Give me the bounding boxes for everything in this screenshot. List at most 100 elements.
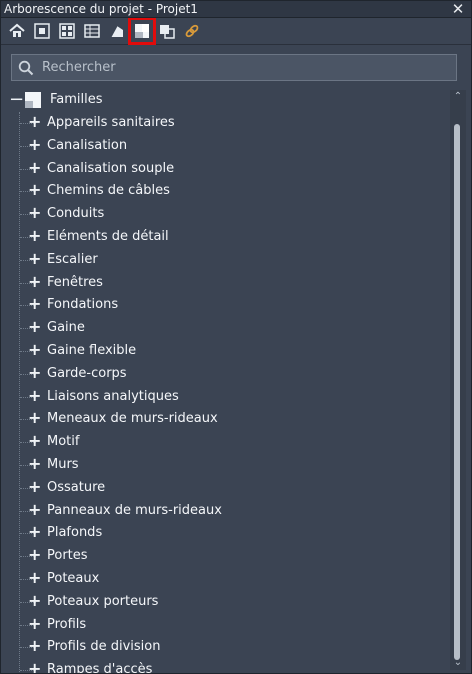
grid-view-button[interactable] xyxy=(57,21,77,41)
tree-item[interactable]: + Appareils sanitaires xyxy=(6,112,453,135)
expand-toggle[interactable]: + xyxy=(28,135,41,154)
expand-toggle[interactable]: + xyxy=(28,272,41,291)
tree-item-label: Gaine flexible xyxy=(47,342,137,358)
home-icon xyxy=(9,23,25,37)
expand-toggle[interactable]: + xyxy=(28,637,41,655)
tree-item-label: Fenêtres xyxy=(47,274,103,290)
expand-toggle[interactable]: + xyxy=(28,591,41,610)
tree-item[interactable]: + Fondations xyxy=(6,294,453,317)
tree-children: + Appareils sanitaires + Canalisation + Canal… xyxy=(6,112,453,674)
expand-toggle[interactable]: + xyxy=(28,477,41,496)
tree-item[interactable]: + Rampes d'accès xyxy=(6,659,453,674)
tree-item[interactable]: + Motif xyxy=(6,431,453,454)
tree-item-label: Profils de division xyxy=(47,639,161,655)
expand-toggle[interactable]: + xyxy=(28,409,41,427)
expand-toggle[interactable]: + xyxy=(28,181,41,199)
tree-item[interactable]: + Gaine xyxy=(6,317,453,340)
expand-toggle[interactable]: + xyxy=(28,454,41,473)
links-button[interactable] xyxy=(182,21,202,41)
collapse-toggle[interactable]: − xyxy=(9,91,24,109)
focus-view-button[interactable] xyxy=(32,21,52,41)
tree-item-label: Murs xyxy=(47,456,79,472)
expand-toggle[interactable]: + xyxy=(28,340,41,359)
tree-item-label: Chemins de câbles xyxy=(47,183,170,199)
tree-item-label: Plafonds xyxy=(47,525,103,541)
expand-toggle[interactable]: + xyxy=(28,158,41,177)
tree-item-label: Poteaux xyxy=(47,570,100,586)
tree-item[interactable]: + Meneaux de murs-rideaux xyxy=(6,408,453,431)
tree-item[interactable]: + Eléments de détail xyxy=(6,226,453,249)
tree-item[interactable]: + Portes xyxy=(6,545,453,568)
sheet-icon xyxy=(110,25,123,38)
tree-item[interactable]: + Poteaux porteurs xyxy=(6,591,453,614)
expand-toggle[interactable]: + xyxy=(28,660,41,673)
groups-button[interactable] xyxy=(157,21,177,41)
tree-item-label: Profils xyxy=(47,616,87,632)
tree-item-label: Conduits xyxy=(47,206,105,222)
expand-toggle[interactable]: + xyxy=(28,614,41,633)
toolbar xyxy=(1,17,471,45)
tree-item[interactable]: + Profils de division xyxy=(6,636,453,659)
tree-item[interactable]: + Plafonds xyxy=(6,522,453,545)
tree-item-label: Meneaux de murs-rideaux xyxy=(47,411,218,427)
tree-item-label: Rampes d'accès xyxy=(47,662,153,674)
vertical-scrollbar[interactable]: ⌃ ⌄ xyxy=(450,90,466,670)
tree-item[interactable]: + Poteaux xyxy=(6,568,453,591)
title-bar[interactable]: Arborescence du projet - Projet1 ✕ xyxy=(1,1,471,18)
tree-item-label: Canalisation xyxy=(47,137,128,153)
expand-toggle[interactable]: + xyxy=(28,363,41,382)
tree-item[interactable]: + Canalisation xyxy=(6,135,453,158)
scroll-thumb[interactable] xyxy=(454,124,460,660)
tree-item[interactable]: + Escalier xyxy=(6,249,453,272)
expand-toggle[interactable]: + xyxy=(28,249,41,268)
tree-item[interactable]: + Canalisation souple xyxy=(6,158,453,181)
tree-item[interactable]: + Murs xyxy=(6,454,453,477)
scroll-up-arrow[interactable]: ⌃ xyxy=(450,90,466,104)
expand-toggle[interactable]: + xyxy=(28,318,41,336)
expand-toggle[interactable]: + xyxy=(28,500,41,519)
home-button[interactable] xyxy=(7,21,27,41)
link-icon xyxy=(185,24,199,38)
expand-toggle[interactable]: + xyxy=(28,226,41,245)
families-icon xyxy=(135,24,149,38)
tree-item[interactable]: + Profils xyxy=(6,614,453,637)
project-tree: − Familles + Appareils sanitaires + Canalis… xyxy=(6,90,453,674)
sheet-button[interactable] xyxy=(107,21,127,41)
search-input[interactable] xyxy=(40,55,456,80)
tree-item-label: Eléments de détail xyxy=(47,228,169,244)
expand-toggle[interactable]: + xyxy=(28,432,41,450)
tree-item[interactable]: + Chemins de câbles xyxy=(6,180,453,203)
tree-node-familles[interactable]: − Familles xyxy=(6,90,453,112)
tree-item-label: Appareils sanitaires xyxy=(47,115,175,130)
tree-item-label: Escalier xyxy=(47,251,98,267)
tree-item-label: Ossature xyxy=(47,479,106,495)
scroll-down-arrow[interactable]: ⌄ xyxy=(450,656,466,670)
close-icon[interactable]: ✕ xyxy=(451,1,465,17)
tree-item-label: Garde-corps xyxy=(47,365,127,381)
groups-icon xyxy=(160,25,175,39)
families-button[interactable] xyxy=(128,17,156,45)
tree-item[interactable]: + Conduits xyxy=(6,203,453,226)
tree-item[interactable]: + Garde-corps xyxy=(6,363,453,386)
tree-item-label: Liaisons analytiques xyxy=(47,388,179,404)
grid-view-icon xyxy=(59,23,75,39)
search-icon xyxy=(12,54,40,81)
tree-item-label: Fondations xyxy=(47,297,119,313)
expand-toggle[interactable]: + xyxy=(28,204,41,222)
window-title: Arborescence du projet - Projet1 xyxy=(4,2,198,16)
tree-item[interactable]: + Ossature xyxy=(6,477,453,500)
expand-toggle[interactable]: + xyxy=(28,546,41,564)
focus-view-icon xyxy=(34,23,50,39)
tree-item[interactable]: + Panneaux de murs-rideaux xyxy=(6,500,453,523)
tree-item[interactable]: + Liaisons analytiques xyxy=(6,386,453,409)
expand-toggle[interactable]: + xyxy=(28,523,41,541)
tree-item[interactable]: + Gaine flexible xyxy=(6,340,453,363)
expand-toggle[interactable]: + xyxy=(28,386,41,405)
expand-toggle[interactable]: + xyxy=(28,568,41,587)
tree-item-label: Poteaux porteurs xyxy=(47,593,159,609)
table-button[interactable] xyxy=(82,21,102,41)
families-node-icon xyxy=(25,92,41,108)
expand-toggle[interactable]: + xyxy=(28,295,41,313)
expand-toggle[interactable]: + xyxy=(28,113,41,131)
tree-item[interactable]: + Fenêtres xyxy=(6,272,453,295)
